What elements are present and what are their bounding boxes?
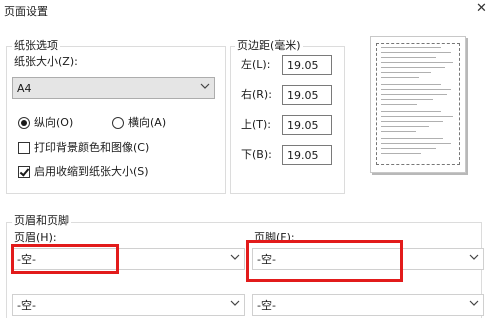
preview-text-line	[381, 126, 429, 127]
preview-text-line	[381, 72, 431, 73]
preview-text-line	[381, 94, 447, 95]
margins-legend: 页边距(毫米)	[235, 39, 303, 52]
paper-size-select[interactable]: A4	[12, 77, 215, 99]
header-highlight-box	[11, 244, 119, 274]
shrink-to-fit-label[interactable]: 启用收缩到纸张大小(S)	[34, 165, 149, 179]
margin-bottom-label: 下(B):	[241, 148, 272, 161]
landscape-radio[interactable]	[112, 117, 124, 129]
preview-text-line	[381, 143, 451, 144]
header-center-select[interactable]: -空-	[12, 294, 245, 316]
chevron-down-icon	[469, 300, 479, 306]
margin-left-input[interactable]: 19.05	[282, 55, 332, 75]
portrait-radio[interactable]	[18, 117, 30, 129]
preview-text-line	[381, 148, 436, 149]
margin-right-label: 右(R):	[241, 88, 272, 101]
landscape-label[interactable]: 横向(A)	[128, 116, 166, 130]
preview-text-line	[381, 89, 451, 90]
margin-bottom-input[interactable]: 19.05	[282, 145, 332, 165]
preview-text-line	[381, 153, 421, 154]
preview-text-line	[381, 77, 419, 78]
preview-text-line	[381, 47, 441, 48]
chevron-down-icon	[469, 254, 479, 260]
preview-text-line	[381, 57, 436, 58]
margin-left-label: 左(L):	[241, 58, 271, 71]
preview-text-line	[381, 121, 443, 122]
footer-center-value: -空-	[257, 299, 276, 312]
header-label: 页眉(H):	[14, 231, 57, 244]
footer-highlight-box	[246, 240, 403, 282]
margin-right-input[interactable]: 19.05	[282, 85, 332, 105]
preview-text-line	[381, 99, 433, 100]
chevron-down-icon	[230, 254, 240, 260]
preview-text-line	[381, 84, 441, 85]
print-background-label[interactable]: 打印背景颜色和图像(C)	[34, 141, 149, 155]
preview-text-line	[381, 138, 443, 139]
page-preview	[370, 36, 466, 173]
chevron-down-icon	[200, 83, 210, 89]
preview-text-line	[381, 104, 417, 105]
shrink-to-fit-checkbox[interactable]	[18, 166, 30, 178]
preview-text-line	[381, 131, 416, 132]
preview-text-line	[381, 111, 441, 112]
paper-size-value: A4	[17, 82, 32, 95]
dialog-title: 页面设置	[4, 5, 48, 18]
title-bar: 页面设置 ✕	[0, 0, 488, 22]
preview-text-line	[381, 62, 453, 63]
portrait-label[interactable]: 纵向(O)	[34, 116, 73, 130]
paper-options-legend: 纸张选项	[12, 39, 60, 52]
chevron-down-icon	[230, 300, 240, 306]
paper-size-label: 纸张大小(Z):	[14, 55, 78, 68]
print-background-checkbox[interactable]	[18, 142, 30, 154]
preview-text-line	[381, 67, 445, 68]
preview-text-line	[381, 116, 453, 117]
margin-top-input[interactable]: 19.05	[282, 115, 332, 135]
margin-top-label: 上(T):	[241, 118, 272, 131]
footer-center-select[interactable]: -空-	[252, 294, 484, 316]
close-icon[interactable]: ✕	[476, 2, 487, 16]
header-footer-legend: 页眉和页脚	[12, 214, 71, 227]
preview-text-line	[381, 52, 451, 53]
header-center-value: -空-	[17, 299, 36, 312]
